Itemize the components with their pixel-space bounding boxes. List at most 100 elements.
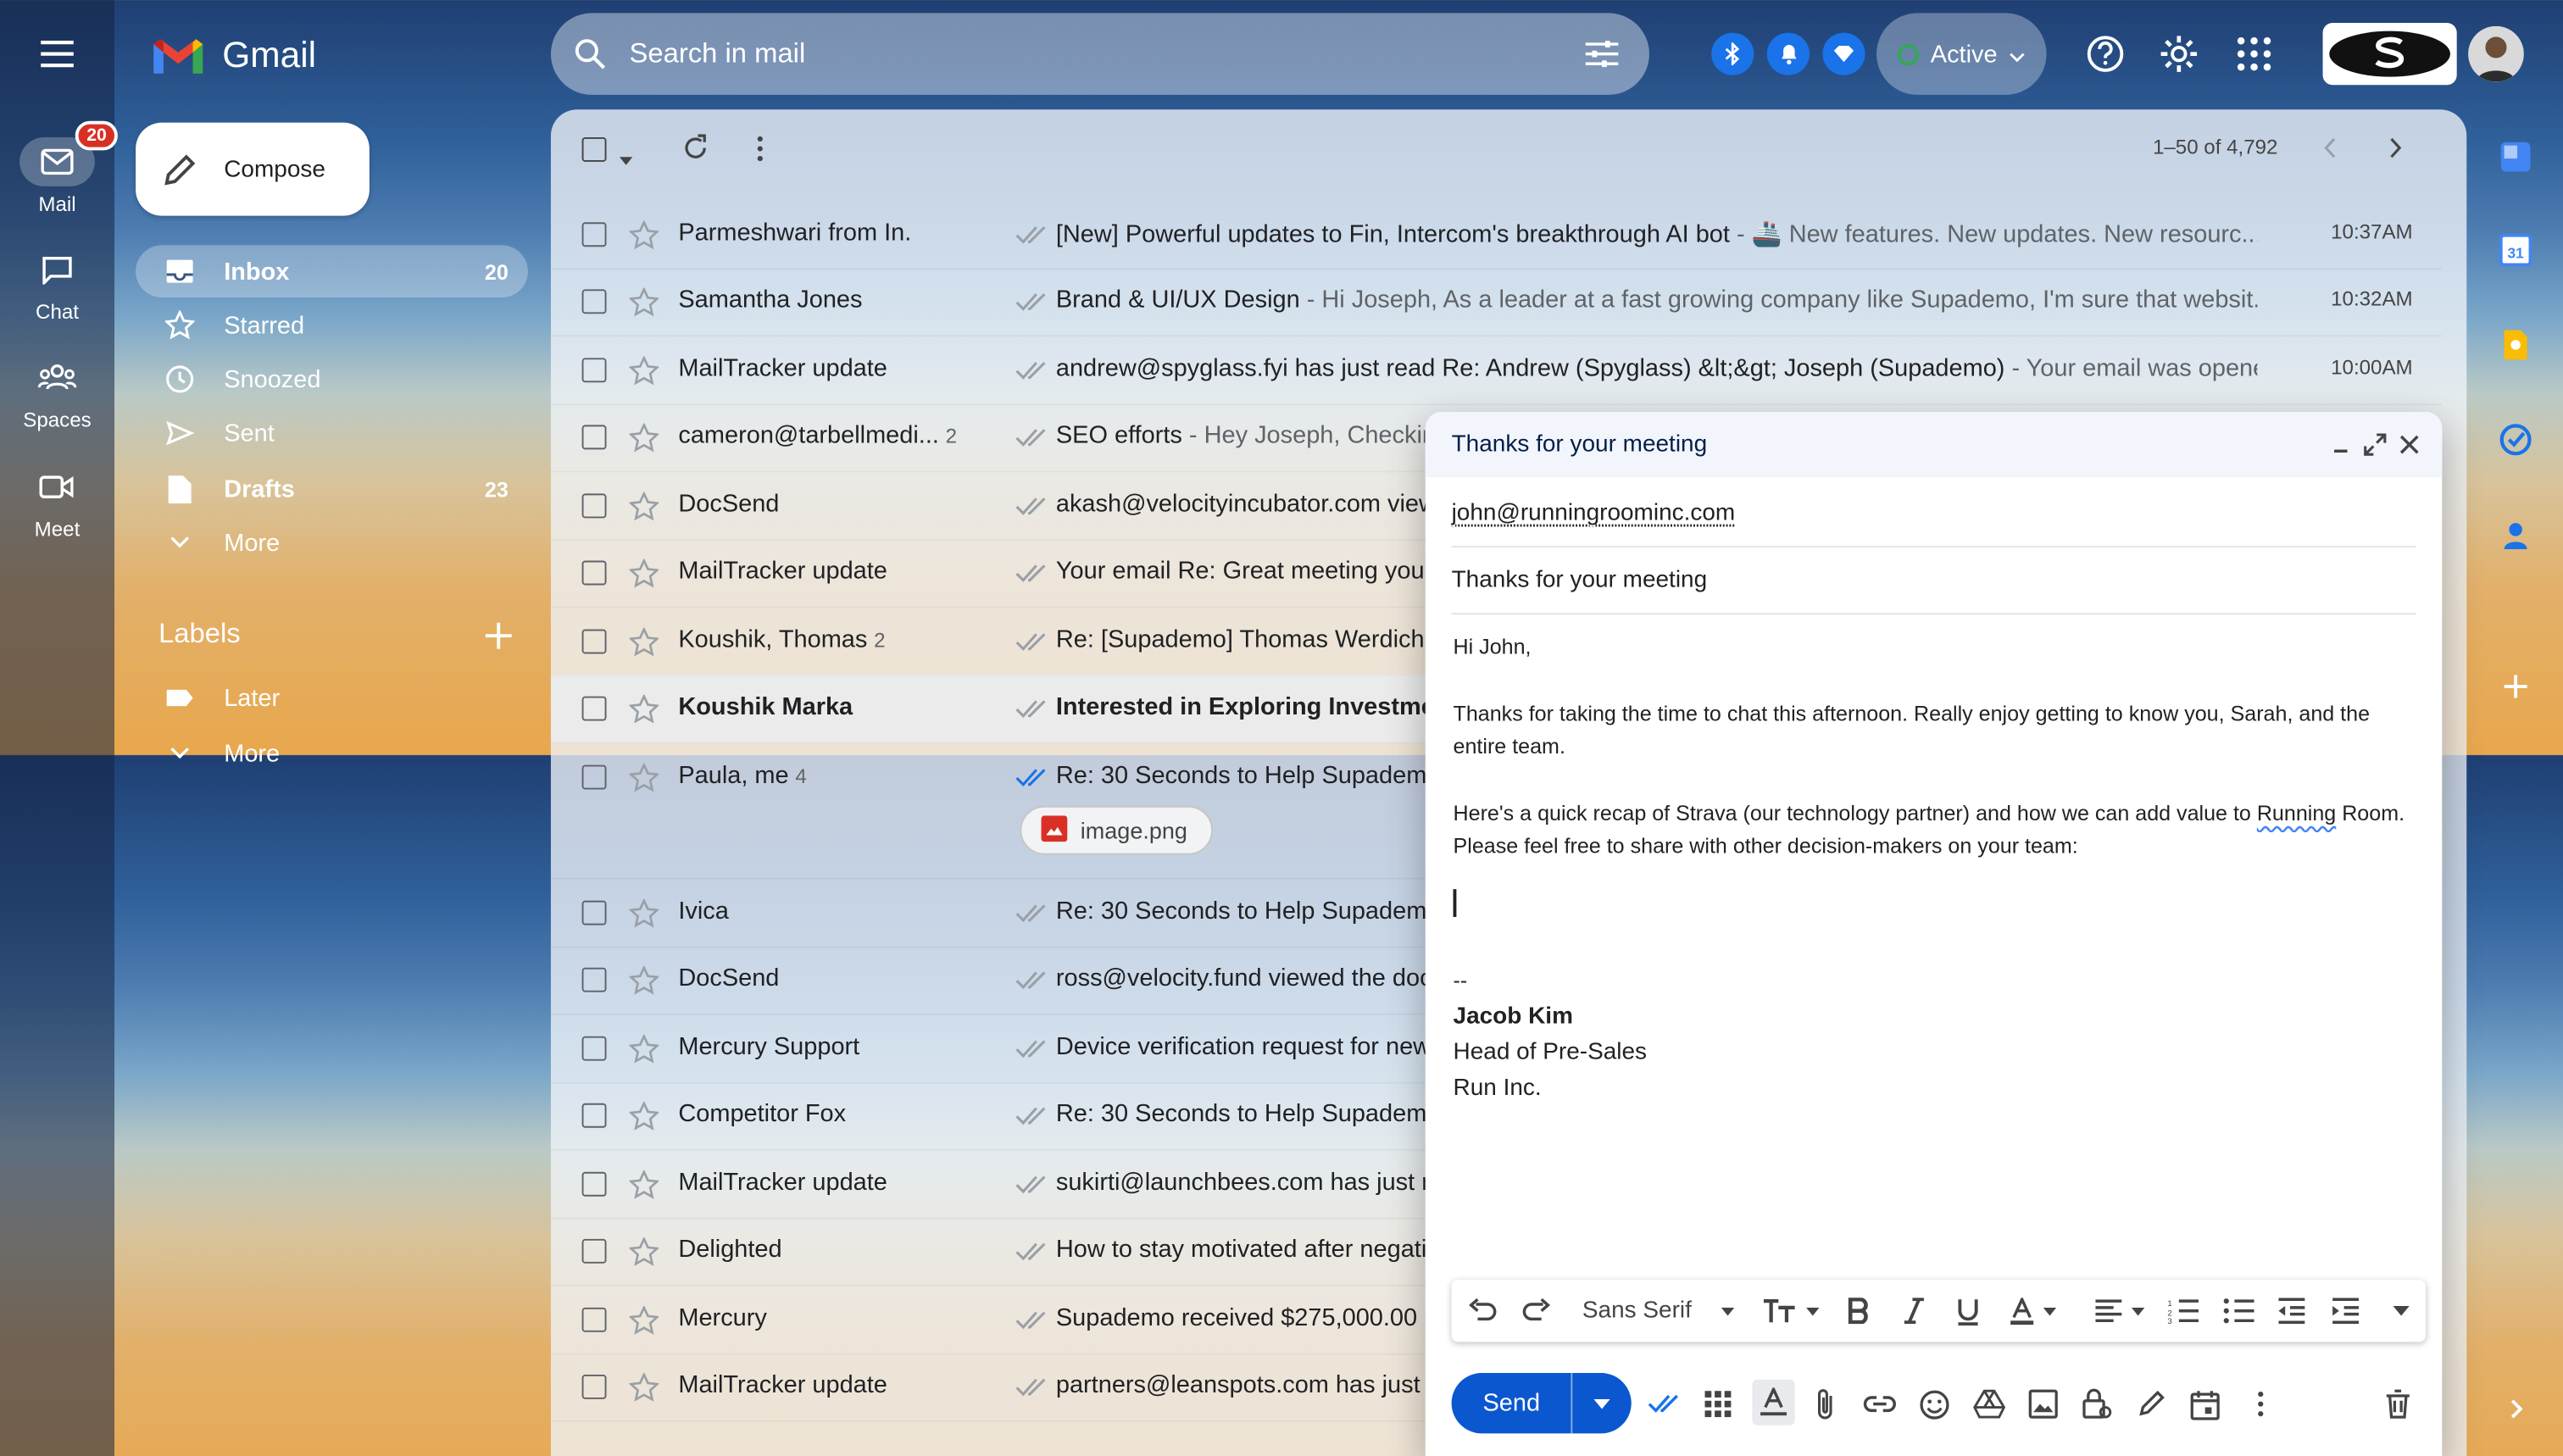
row-checkbox[interactable] — [581, 1239, 607, 1264]
rail-spaces[interactable]: Spaces — [0, 353, 114, 431]
star-icon[interactable] — [628, 219, 660, 250]
refresh-icon[interactable] — [681, 134, 709, 169]
settings-gear-icon[interactable] — [2158, 33, 2200, 75]
star-icon[interactable] — [628, 761, 660, 792]
row-checkbox[interactable] — [581, 425, 607, 450]
select-dropdown-icon[interactable] — [619, 144, 633, 174]
row-checkbox[interactable] — [581, 697, 607, 721]
star-icon[interactable] — [628, 1372, 660, 1403]
row-checkbox[interactable] — [581, 560, 607, 586]
row-checkbox[interactable] — [581, 629, 607, 653]
insert-photo-icon[interactable] — [2026, 1387, 2060, 1420]
star-icon[interactable] — [628, 1033, 660, 1064]
mail-row[interactable]: Parmeshwari from In. [New] Powerful updat… — [550, 199, 2443, 270]
undo-icon[interactable] — [1468, 1294, 1498, 1327]
row-checkbox[interactable] — [581, 1307, 607, 1332]
add-label-icon[interactable] — [481, 618, 516, 653]
contacts-icon[interactable] — [2499, 518, 2532, 551]
send-options-icon[interactable] — [1573, 1398, 1632, 1409]
star-icon[interactable] — [628, 1304, 660, 1335]
star-icon[interactable] — [628, 490, 660, 521]
nav-drafts[interactable]: Drafts 23 — [136, 463, 528, 515]
message-body[interactable]: Hi John, Thanks for taking the time to c… — [1453, 631, 2418, 1105]
search-options-icon[interactable] — [1584, 39, 1620, 69]
spellcheck-word[interactable]: Running — [2257, 800, 2336, 825]
rail-chat[interactable]: Chat — [0, 245, 114, 324]
notification-bell-icon[interactable] — [1766, 32, 1810, 75]
label-later[interactable]: Later — [136, 672, 528, 725]
row-checkbox[interactable] — [581, 1375, 607, 1400]
newer-page-icon[interactable] — [2323, 137, 2336, 167]
italic-icon[interactable] — [1903, 1294, 1926, 1327]
row-checkbox[interactable] — [581, 764, 607, 790]
apps-grid-icon[interactable] — [2232, 33, 2275, 75]
row-checkbox[interactable] — [581, 968, 607, 993]
star-icon[interactable] — [628, 558, 660, 589]
discard-draft-icon[interactable] — [2382, 1387, 2415, 1420]
search-bar[interactable]: Search in mail — [550, 13, 1649, 95]
font-family-select[interactable]: Sans Serif — [1582, 1294, 1735, 1327]
row-checkbox[interactable] — [581, 1171, 607, 1197]
mailtracker-check-icon[interactable] — [1648, 1387, 1681, 1420]
bulleted-list-icon[interactable] — [2223, 1294, 2256, 1327]
confidential-mode-icon[interactable] — [2081, 1387, 2114, 1420]
row-checkbox[interactable] — [581, 357, 607, 382]
calendar-icon[interactable]: 31 — [2499, 233, 2532, 267]
formatting-toggle-icon[interactable] — [1752, 1379, 1795, 1425]
more-options-icon[interactable] — [2244, 1387, 2277, 1420]
nav-starred[interactable]: Starred — [136, 299, 528, 352]
redo-icon[interactable] — [1522, 1294, 1552, 1327]
nav-sent[interactable]: Sent — [136, 407, 528, 459]
search-input[interactable]: Search in mail — [630, 37, 1584, 70]
bold-icon[interactable] — [1847, 1294, 1870, 1327]
older-page-icon[interactable] — [2390, 137, 2403, 167]
star-icon[interactable] — [628, 1236, 660, 1267]
layouts-grid-icon[interactable] — [1702, 1387, 1735, 1420]
indent-less-icon[interactable] — [2277, 1294, 2307, 1327]
signature-pen-icon[interactable] — [2135, 1387, 2168, 1420]
row-checkbox[interactable] — [581, 1103, 607, 1129]
recipient-field[interactable]: john@runningroominc.com — [1451, 481, 2416, 548]
mail-row[interactable]: MailTracker update andrew@spyglass.fyi ha… — [550, 335, 2443, 405]
main-menu-icon[interactable] — [36, 33, 78, 75]
attachment-chip[interactable]: image.png — [1020, 805, 1214, 855]
row-checkbox[interactable] — [581, 492, 607, 518]
help-icon[interactable] — [2084, 33, 2127, 75]
star-icon[interactable] — [628, 286, 660, 318]
add-on-plus-icon[interactable] — [2499, 670, 2532, 703]
compose-header[interactable]: Thanks for your meeting — [1425, 412, 2443, 478]
rail-mail[interactable]: 20 Mail — [0, 120, 119, 216]
emoji-icon[interactable] — [1917, 1387, 1950, 1420]
star-icon[interactable] — [628, 1101, 660, 1131]
star-icon[interactable] — [628, 693, 660, 725]
send-button[interactable]: Send — [1452, 1373, 1573, 1434]
more-options-icon[interactable] — [757, 136, 764, 170]
select-all-checkbox[interactable] — [581, 137, 607, 162]
keep-icon[interactable] — [2499, 329, 2532, 362]
indent-more-icon[interactable] — [2331, 1294, 2360, 1327]
gmail-logo[interactable]: Gmail — [150, 30, 316, 82]
more-formatting-icon[interactable] — [2393, 1294, 2410, 1327]
row-checkbox[interactable] — [581, 900, 607, 925]
minimize-icon[interactable] — [2327, 431, 2354, 458]
star-icon[interactable] — [628, 625, 660, 657]
search-icon[interactable] — [574, 37, 607, 70]
insert-link-icon[interactable] — [1863, 1387, 1897, 1420]
labels-more[interactable]: More — [136, 727, 528, 780]
nav-more[interactable]: More — [136, 516, 528, 569]
gem-extension-icon[interactable] — [1822, 32, 1865, 75]
row-checkbox[interactable] — [581, 221, 607, 247]
mail-row[interactable]: Samantha Jones Brand & UI/UX Design - Hi … — [550, 267, 2443, 337]
account-avatar[interactable] — [2468, 25, 2524, 82]
nav-snoozed[interactable]: Snoozed — [136, 353, 528, 406]
rail-meet[interactable]: Meet — [0, 463, 114, 541]
star-icon[interactable] — [628, 422, 660, 453]
attach-file-icon[interactable] — [1810, 1387, 1843, 1420]
fullscreen-icon[interactable] — [2362, 431, 2388, 458]
tasks-icon[interactable] — [2499, 424, 2532, 457]
recipient-chip[interactable]: john@runningroominc.com — [1452, 500, 1736, 526]
text-color-icon[interactable] — [2009, 1294, 2057, 1327]
star-icon[interactable] — [628, 897, 660, 928]
bluetooth-extension-icon[interactable] — [1711, 32, 1754, 75]
nav-inbox[interactable]: Inbox 20 — [136, 245, 528, 298]
